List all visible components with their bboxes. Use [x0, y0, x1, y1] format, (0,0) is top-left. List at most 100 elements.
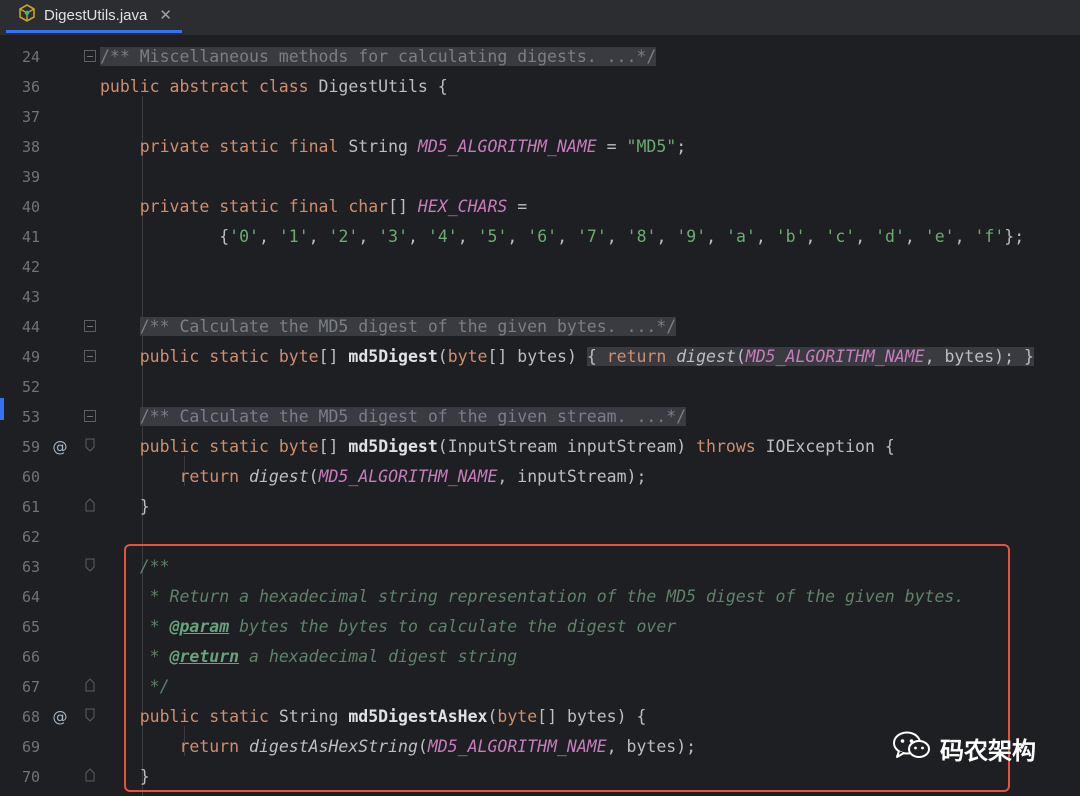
code-line[interactable]: 52 — [0, 372, 1080, 402]
fold-end-icon[interactable] — [85, 678, 95, 692]
code-line[interactable]: 44 /** Calculate the MD5 digest of the g… — [0, 312, 1080, 342]
code-token: , — [457, 227, 478, 246]
code-token: , — [507, 227, 528, 246]
code-token: ( — [437, 347, 448, 366]
code-token: byte — [447, 347, 488, 366]
line-number: 36 — [21, 78, 40, 96]
code-line[interactable]: 38 private static final String MD5_ALGOR… — [0, 132, 1080, 162]
fold-toggle-icon[interactable] — [84, 320, 96, 332]
code-token: byte — [278, 347, 319, 366]
code-token: IOException { — [765, 437, 895, 456]
code-line[interactable]: 36 public abstract class DigestUtils { — [0, 72, 1080, 102]
code-line[interactable]: 39 — [0, 162, 1080, 192]
code-token: '7' — [576, 227, 607, 246]
code-token: ( — [735, 347, 746, 366]
code-token: [] bytes) — [487, 347, 587, 366]
code-token: md5Digest — [348, 437, 438, 456]
java-class-icon — [18, 4, 36, 26]
line-number: 69 — [21, 738, 40, 756]
code-token: 'c' — [825, 227, 856, 246]
code-token: 'a' — [726, 227, 756, 246]
fold-end-icon[interactable] — [85, 498, 95, 512]
code-token: , — [656, 227, 677, 246]
close-tab-icon[interactable]: ✕ — [159, 6, 172, 24]
code-token: private static final — [139, 137, 349, 156]
code-line[interactable]: 24 /** Miscellaneous methods for calculat… — [0, 42, 1080, 72]
code-token: /** Calculate the MD5 digest of the give… — [139, 407, 687, 426]
code-token: HEX_CHARS — [417, 197, 508, 216]
line-number: 64 — [21, 588, 40, 606]
file-tab[interactable]: DigestUtils.java ✕ — [6, 0, 182, 33]
code-token: , — [855, 227, 876, 246]
code-text: public static byte[] md5Digest(InputStre… — [100, 432, 895, 462]
code-token: }; — [1004, 227, 1025, 246]
code-text: private static final char[] HEX_CHARS = — [100, 192, 527, 222]
code-token: public static — [139, 437, 279, 456]
line-number: 62 — [21, 528, 40, 546]
code-token: DigestUtils { — [318, 77, 448, 96]
highlight-box — [124, 544, 1010, 792]
override-marker-icon[interactable]: @ — [50, 702, 70, 732]
code-token: digest — [676, 347, 736, 366]
code-token: '9' — [676, 227, 707, 246]
code-text: /** Calculate the MD5 digest of the give… — [100, 402, 687, 432]
code-token: 'b' — [775, 227, 806, 246]
code-line[interactable]: 42 — [0, 252, 1080, 282]
code-line[interactable]: 41 {'0', '1', '2', '3', '4', '5', '6', '… — [0, 222, 1080, 252]
fold-toggle-icon[interactable] — [84, 350, 96, 362]
line-number: 52 — [21, 378, 40, 396]
code-line[interactable]: 43 — [0, 282, 1080, 312]
fold-end-icon[interactable] — [85, 768, 95, 782]
line-number: 40 — [21, 198, 40, 216]
fold-start-icon[interactable] — [85, 558, 95, 572]
code-token: '4' — [427, 227, 458, 246]
code-token: "MD5" — [626, 137, 677, 156]
code-token: return — [179, 467, 250, 486]
code-editor[interactable]: 24 /** Miscellaneous methods for calculat… — [0, 36, 1080, 796]
line-number: 37 — [21, 108, 40, 126]
code-line[interactable]: 61 } — [0, 492, 1080, 522]
code-token: = — [596, 137, 627, 156]
code-token: , — [557, 227, 577, 246]
code-token: /** Miscellaneous methods for calculatin… — [100, 47, 657, 66]
code-token: , — [258, 227, 279, 246]
code-token: private static final char — [139, 197, 389, 216]
line-number: 41 — [21, 228, 40, 246]
code-token: String — [348, 137, 418, 156]
code-line[interactable]: 40 private static final char[] HEX_CHARS… — [0, 192, 1080, 222]
code-token: MD5_ALGORITHM_NAME — [318, 467, 498, 486]
code-line[interactable]: 59 @ public static byte[] md5Digest(Input… — [0, 432, 1080, 462]
watermark: 码农架构 — [892, 730, 1036, 766]
code-token: public abstract class — [100, 77, 319, 96]
fold-toggle-icon[interactable] — [84, 410, 96, 422]
line-number: 66 — [21, 648, 40, 666]
code-token: digest — [249, 467, 309, 486]
editor-tab-bar: DigestUtils.java ✕ — [0, 0, 1080, 36]
line-number: 53 — [21, 408, 40, 426]
line-number: 60 — [21, 468, 40, 486]
code-token: , — [408, 227, 428, 246]
code-token: , bytes); } — [924, 347, 1034, 366]
fold-start-icon[interactable] — [85, 708, 95, 722]
code-line[interactable]: 37 — [0, 102, 1080, 132]
code-token: , — [755, 227, 776, 246]
code-token: byte — [278, 437, 319, 456]
code-token: 'f' — [974, 227, 1005, 246]
code-token: MD5_ALGORITHM_NAME — [745, 347, 925, 366]
code-line[interactable]: 60 return digest(MD5_ALGORITHM_NAME, inp… — [0, 462, 1080, 492]
line-number: 61 — [21, 498, 40, 516]
line-number: 44 — [21, 318, 40, 336]
code-token: , — [706, 227, 727, 246]
code-token: ( — [308, 467, 319, 486]
override-marker-icon[interactable]: @ — [50, 432, 70, 462]
code-line[interactable]: 49 public static byte[] md5Digest(byte[]… — [0, 342, 1080, 372]
code-token: [] — [388, 197, 418, 216]
fold-start-icon[interactable] — [85, 438, 95, 452]
fold-toggle-icon[interactable] — [84, 50, 96, 62]
code-token: [] — [318, 347, 349, 366]
code-token: } — [100, 497, 150, 516]
code-line[interactable]: 53 /** Calculate the MD5 digest of the g… — [0, 402, 1080, 432]
code-token: '5' — [477, 227, 508, 246]
